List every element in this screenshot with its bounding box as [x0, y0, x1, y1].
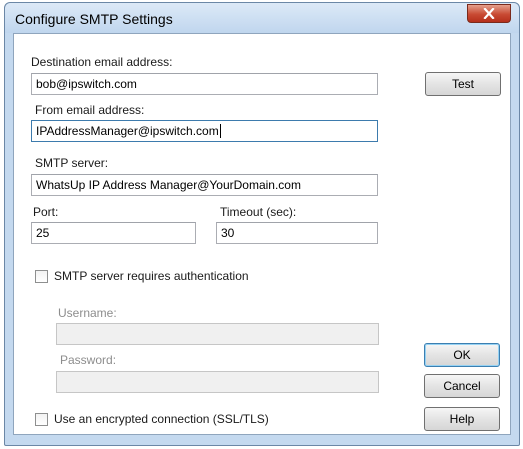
close-icon	[483, 8, 495, 19]
timeout-label: Timeout (sec):	[220, 205, 297, 219]
timeout-input[interactable]: 30	[216, 222, 378, 244]
from-email-value: IPAddressManager@ipswitch.com	[36, 124, 219, 138]
help-button[interactable]: Help	[424, 407, 500, 431]
port-input[interactable]: 25	[31, 222, 196, 244]
ssl-checkbox[interactable]	[35, 412, 48, 426]
username-label: Username:	[58, 306, 117, 320]
configure-smtp-dialog: Configure SMTP Settings Destination emai…	[4, 2, 520, 446]
ssl-checkbox-label: Use an encrypted connection (SSL/TLS)	[54, 412, 269, 426]
smtp-server-input[interactable]: WhatsUp IP Address Manager@YourDomain.co…	[31, 174, 378, 196]
test-button[interactable]: Test	[425, 72, 501, 96]
title-bar: Configure SMTP Settings	[5, 3, 519, 33]
close-button[interactable]	[467, 4, 511, 23]
smtp-server-label: SMTP server:	[35, 156, 109, 170]
destination-email-label: Destination email address:	[31, 55, 173, 69]
auth-checkbox-label: SMTP server requires authentication	[54, 269, 249, 283]
from-email-input[interactable]: IPAddressManager@ipswitch.com	[31, 120, 378, 142]
auth-checkbox[interactable]	[35, 269, 48, 283]
auth-checkbox-row[interactable]: SMTP server requires authentication	[35, 269, 249, 283]
dialog-content: Destination email address: bob@ipswitch.…	[13, 33, 511, 435]
cancel-button[interactable]: Cancel	[424, 374, 500, 398]
destination-email-input[interactable]: bob@ipswitch.com	[31, 73, 378, 95]
username-input[interactable]	[56, 323, 379, 345]
port-label: Port:	[33, 205, 59, 219]
password-label: Password:	[60, 353, 117, 367]
window-title: Configure SMTP Settings	[15, 11, 173, 27]
ssl-checkbox-row[interactable]: Use an encrypted connection (SSL/TLS)	[35, 412, 269, 426]
text-cursor	[219, 124, 221, 138]
password-input[interactable]	[56, 371, 379, 393]
from-email-label: From email address:	[35, 103, 145, 117]
ok-button[interactable]: OK	[424, 343, 500, 367]
